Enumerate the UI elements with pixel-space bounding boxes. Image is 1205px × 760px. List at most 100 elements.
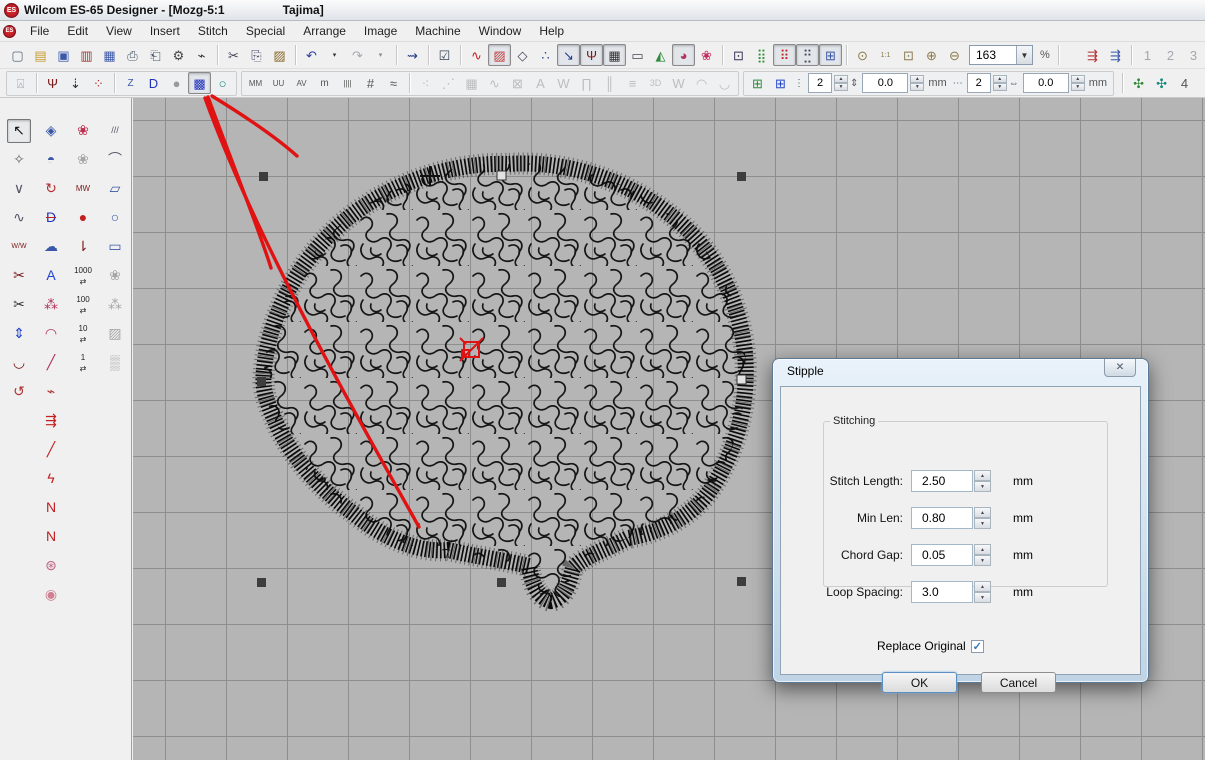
dim-artwork-toggle[interactable]: ◕ (672, 44, 695, 66)
row-spacing-input[interactable] (863, 74, 907, 92)
menu-insert[interactable]: Insert (141, 22, 189, 41)
chord-gap-input[interactable] (911, 544, 973, 566)
arc-tool[interactable]: ⌒ (103, 148, 127, 172)
nudge-a-button[interactable]: ✣ (1127, 72, 1150, 94)
zigzag-stitch-button[interactable]: AV (290, 72, 313, 94)
color-object-list-button[interactable]: ⠿ (773, 44, 796, 66)
grid-fill-button[interactable]: # (359, 72, 382, 94)
row-spacing-spinner[interactable]: ▲▼ (910, 75, 924, 91)
paste-button[interactable]: ▨ (268, 44, 291, 66)
rows-count-spinner[interactable]: ▲▼ (834, 75, 848, 91)
column-stitch-button[interactable]: UU (267, 72, 290, 94)
zoom-out-button[interactable]: ⊖ (943, 44, 966, 66)
stitch-length-spinner[interactable]: ▲▼ (974, 470, 991, 492)
show-points-toggle[interactable]: ∴ (534, 44, 557, 66)
undo-dropdown[interactable]: ▾ (323, 44, 346, 66)
zoom-rect-button[interactable]: ⊡ (897, 44, 920, 66)
rectangle-tool[interactable]: ▭ (103, 235, 127, 259)
show-outlines-toggle[interactable]: ◇ (511, 44, 534, 66)
show-connectors-toggle[interactable]: ↘ (557, 44, 580, 66)
col-spacing-spinner[interactable]: ▲▼ (1071, 75, 1085, 91)
straight-run-tool[interactable]: ╱ (39, 438, 63, 462)
lightning-run-tool[interactable]: ϟ (39, 467, 63, 491)
zoom-1000-tool[interactable]: 1000 ⇄ (71, 264, 95, 288)
rotate-object-tool[interactable]: ↻ (39, 177, 63, 201)
outline-editor-button[interactable]: D (142, 72, 165, 94)
replace-original-checkbox[interactable]: ✓ (971, 640, 984, 653)
cols-count-field[interactable] (967, 73, 991, 93)
loop-spacing-input[interactable] (911, 581, 973, 603)
machine-connect-button[interactable]: ⌁ (190, 44, 213, 66)
menu-file[interactable]: File (21, 22, 58, 41)
zigzag-run-tool[interactable]: N (39, 525, 63, 549)
stitch-length-input[interactable] (911, 470, 973, 492)
outline-stitch-tool[interactable]: W/W (7, 235, 31, 259)
zoom-1-tool[interactable]: 1 ⇄ (71, 351, 95, 375)
stitch-edit-z-button[interactable]: Z (119, 72, 142, 94)
closed-object-button[interactable]: ○ (211, 72, 234, 94)
cols-count-input[interactable] (968, 74, 990, 92)
layout-grid-a-button[interactable]: ⊞ (746, 72, 769, 94)
cancel-button[interactable]: Cancel (981, 672, 1056, 693)
menu-view[interactable]: View (97, 22, 141, 41)
cols-count-spinner[interactable]: ▲▼ (993, 75, 1007, 91)
handle-middle-right[interactable] (737, 375, 746, 384)
new-design-button[interactable]: ▢ (6, 44, 29, 66)
ellipse-tool[interactable]: ○ (103, 206, 127, 230)
zoom-100-tool[interactable]: 100 ⇄ (71, 293, 95, 317)
bean-stitch-tool[interactable]: ● (71, 206, 95, 230)
zoom-in-button[interactable]: ⊕ (920, 44, 943, 66)
run-zigzag-tool[interactable]: ∿ (7, 206, 31, 230)
chord-gap-spinner[interactable]: ▲▼ (974, 544, 991, 566)
auto-select-checkbox[interactable]: ☑ (433, 44, 456, 66)
menu-stitch[interactable]: Stitch (189, 22, 237, 41)
jump-run-tool[interactable]: ⇶ (39, 409, 63, 433)
output-stitch-manager-button[interactable]: ⇶ (1081, 44, 1104, 66)
save-to-machine-button[interactable]: ▥ (75, 44, 98, 66)
open-design-button[interactable]: ▤ (29, 44, 52, 66)
ok-button[interactable]: OK (882, 672, 957, 693)
min-len-input[interactable] (911, 507, 973, 529)
remove-stitches-tool[interactable]: ✂ (7, 264, 31, 288)
menu-window[interactable]: Window (470, 22, 531, 41)
rows-count-field[interactable] (808, 73, 832, 93)
thread-colors-button[interactable]: ❀ (695, 44, 718, 66)
show-grid-toggle[interactable]: ▦ (603, 44, 626, 66)
menu-special[interactable]: Special (237, 22, 294, 41)
zoom-box-button[interactable]: ⊙ (851, 44, 874, 66)
select-object-tool[interactable]: ↖ (7, 119, 31, 143)
radial-wheel-tool[interactable]: ◉ (39, 583, 63, 607)
send-to-queue-button[interactable]: ⇶ (1104, 44, 1127, 66)
object-properties-button[interactable]: ⊞ (819, 44, 842, 66)
freehand-select-tool[interactable]: ✧ (7, 148, 31, 172)
tatami-fill-button[interactable]: |||| (336, 72, 359, 94)
print-preview-button[interactable]: ⎗ (144, 44, 167, 66)
travel-end-button[interactable]: ⇣ (64, 72, 87, 94)
show-needle-points-toggle[interactable]: Ψ (580, 44, 603, 66)
reshape-arc-tool[interactable]: ◠ (39, 322, 63, 346)
stipple-run-button[interactable]: ▩ (188, 72, 211, 94)
embroidery-design-brain[interactable] (263, 163, 745, 601)
row-spacing-field[interactable] (862, 73, 908, 93)
copy-button[interactable]: ⎘ (245, 44, 268, 66)
branching-tool[interactable]: ❀ (71, 119, 95, 143)
handle-bottom-middle[interactable] (497, 578, 506, 587)
col-spacing-field[interactable] (1023, 73, 1069, 93)
stitch-list-button[interactable]: ⣛ (796, 44, 819, 66)
export-design-button[interactable]: ▦ (98, 44, 121, 66)
menu-edit[interactable]: Edit (58, 22, 97, 41)
star-circle-tool[interactable]: ⊛ (39, 554, 63, 578)
parallel-weave-tool[interactable]: /// (103, 119, 127, 143)
wave-fill-button[interactable]: ≈ (382, 72, 405, 94)
partial-4-button[interactable]: 4 (1173, 72, 1196, 94)
zoom-input[interactable] (970, 46, 1016, 64)
cut-button[interactable]: ✂ (222, 44, 245, 66)
travel-start-button[interactable]: Ψ (41, 72, 64, 94)
zoom-1to1-button[interactable]: 1:1 (874, 44, 897, 66)
team-names-tool[interactable]: ⁂ (39, 293, 63, 317)
print-button[interactable]: ⎙ (121, 44, 144, 66)
satin-stitch-button[interactable]: MM (244, 72, 267, 94)
e-stitch-button[interactable]: m (313, 72, 336, 94)
rows-count-input[interactable] (809, 74, 831, 92)
loop-spacing-spinner[interactable]: ▲▼ (974, 581, 991, 603)
